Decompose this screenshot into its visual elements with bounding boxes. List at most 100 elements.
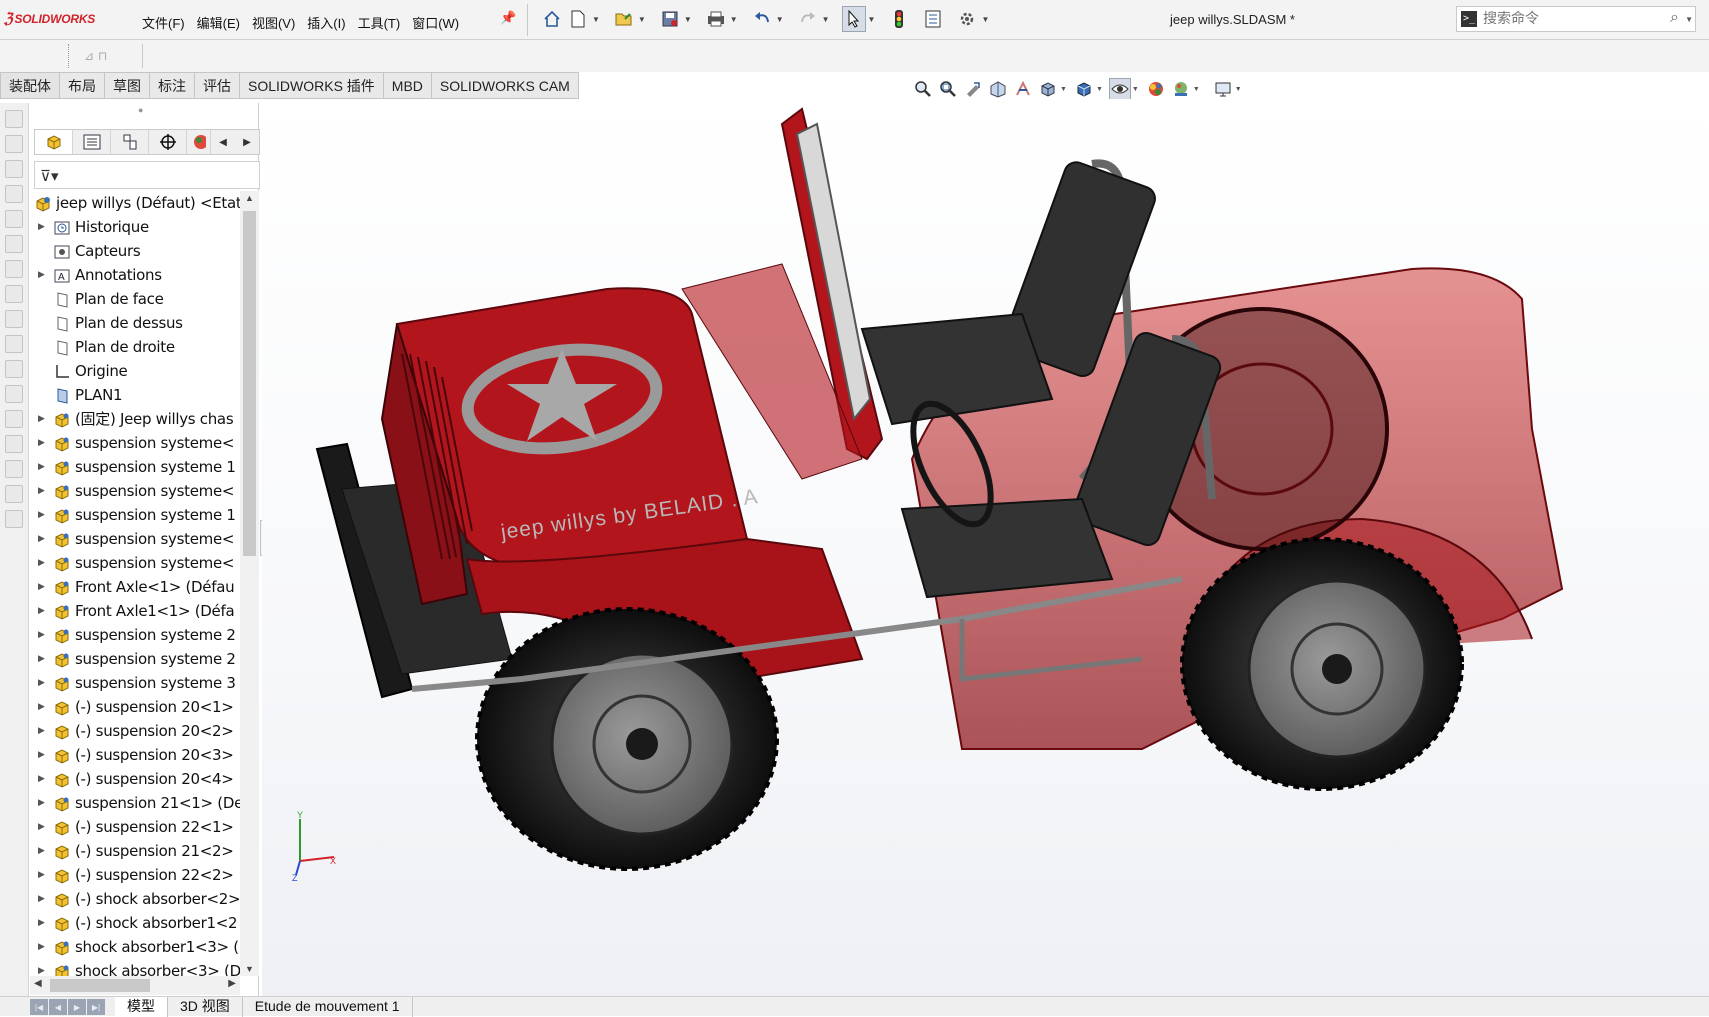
view-settings-dropdown[interactable]: ▼ xyxy=(1235,86,1242,93)
new-document-icon[interactable] xyxy=(566,6,590,32)
tree-item[interactable]: ▶ shock absorber1<3> ( xyxy=(30,935,240,959)
tree-item[interactable]: ▶ suspension systeme 3 xyxy=(30,671,240,695)
reference-geometry-icon[interactable] xyxy=(5,310,23,328)
tree-item[interactable]: ▶ suspension systeme< xyxy=(30,551,240,575)
apply-scene-icon[interactable] xyxy=(1170,78,1192,100)
open-dropdown-icon[interactable]: ▼ xyxy=(638,15,646,24)
tab-motion-study[interactable]: Etude de mouvement 1 xyxy=(243,997,413,1017)
menu-edit[interactable]: 编辑(E) xyxy=(197,13,240,32)
tree-item[interactable]: Origine xyxy=(30,359,240,383)
tree-item[interactable]: PLAN1 xyxy=(30,383,240,407)
redo-dropdown-icon[interactable]: ▼ xyxy=(822,15,830,24)
menu-file[interactable]: 文件(F) xyxy=(142,13,185,32)
new-dropdown-icon[interactable]: ▼ xyxy=(592,15,600,24)
menu-insert[interactable]: 插入(I) xyxy=(307,13,345,32)
take-snapshot-icon[interactable] xyxy=(5,460,23,478)
expand-arrow-icon[interactable]: ▶ xyxy=(38,815,45,839)
expand-arrow-icon[interactable]: ▶ xyxy=(38,695,45,719)
tree-item[interactable]: ▶ suspension systeme< xyxy=(30,527,240,551)
tree-item[interactable]: ▶ suspension systeme 2 xyxy=(30,647,240,671)
tree-item[interactable]: ▶ suspension systeme< xyxy=(30,479,240,503)
mate-icon[interactable] xyxy=(5,135,23,153)
menu-view[interactable]: 视图(V) xyxy=(252,13,295,32)
expand-arrow-icon[interactable]: ▶ xyxy=(38,551,45,575)
select-cursor-icon[interactable] xyxy=(841,6,866,32)
tab-mbd[interactable]: MBD xyxy=(383,72,432,99)
tree-item[interactable]: ▶ (-) suspension 21<2> xyxy=(30,839,240,863)
tree-item[interactable]: ▶ (-) suspension 22<1> xyxy=(30,815,240,839)
expand-arrow-icon[interactable]: ▶ xyxy=(38,767,45,791)
tree-item[interactable]: Capteurs xyxy=(30,239,240,263)
expand-arrow-icon[interactable]: ▶ xyxy=(38,215,45,239)
print-icon[interactable] xyxy=(704,6,728,32)
featuremanager-tree-tab[interactable] xyxy=(35,130,73,154)
tree-item[interactable]: ▶ (-) suspension 20<2> xyxy=(30,719,240,743)
show-hidden-icon[interactable] xyxy=(5,260,23,278)
expand-arrow-icon[interactable]: ▶ xyxy=(38,743,45,767)
previous-view-icon[interactable] xyxy=(962,78,984,100)
expand-arrow-icon[interactable]: ▶ xyxy=(38,791,45,815)
expand-arrow-icon[interactable]: ▶ xyxy=(38,647,45,671)
tree-item[interactable]: ▶ (-) shock absorber1<2 xyxy=(30,911,240,935)
scroll-down-icon[interactable]: ▼ xyxy=(245,964,254,974)
hide-show-items-icon[interactable] xyxy=(1108,78,1131,100)
display-style-icon[interactable] xyxy=(1073,78,1095,100)
tree-root-assembly[interactable]: jeep willys (Défaut) <Etat xyxy=(30,191,240,215)
expand-arrow-icon[interactable]: ▶ xyxy=(38,263,45,287)
expand-arrow-icon[interactable]: ▶ xyxy=(38,863,45,887)
tab-layout[interactable]: 布局 xyxy=(60,72,105,99)
search-commands[interactable]: >_ ⌕ ▼ xyxy=(1456,6,1696,32)
update-speedpak-icon[interactable] xyxy=(5,435,23,453)
tree-item[interactable]: ▶ A Annotations xyxy=(30,263,240,287)
graphics-area[interactable]: jeep willys by BELAID . A Y X Z xyxy=(262,99,1709,996)
scroll-left-icon[interactable]: ◀ xyxy=(34,978,42,989)
select-dropdown-icon[interactable]: ▼ xyxy=(868,15,876,24)
view-orientation-dropdown[interactable]: ▼ xyxy=(1060,86,1067,93)
view-settings-monitor-icon[interactable] xyxy=(1212,78,1234,100)
tab-3d-views[interactable]: 3D 视图 xyxy=(168,997,243,1017)
print-dropdown-icon[interactable]: ▼ xyxy=(730,15,738,24)
redo-icon[interactable] xyxy=(796,6,820,32)
tree-item[interactable]: ▶ suspension systeme 1 xyxy=(30,503,240,527)
move-component-icon[interactable] xyxy=(5,235,23,253)
instant3d-icon[interactable] xyxy=(5,410,23,428)
tree-item[interactable]: ▶ Front Axle1<1> (Défa xyxy=(30,599,240,623)
rear-wheel[interactable] xyxy=(1180,537,1464,791)
expand-arrow-icon[interactable]: ▶ xyxy=(38,911,45,935)
search-input[interactable] xyxy=(1483,9,1658,29)
expand-arrow-icon[interactable]: ▶ xyxy=(38,719,45,743)
insert-component-icon[interactable] xyxy=(5,110,23,128)
tree-item[interactable]: Plan de dessus xyxy=(30,311,240,335)
expand-arrow-icon[interactable]: ▶ xyxy=(38,455,45,479)
tree-item[interactable]: ▶ Historique xyxy=(30,215,240,239)
save-icon[interactable] xyxy=(658,6,682,32)
tree-item[interactable]: ▶ suspension systeme 1 xyxy=(30,455,240,479)
expand-arrow-icon[interactable]: ▶ xyxy=(38,623,45,647)
tree-item[interactable]: ▶ shock absorber<3> (D xyxy=(30,959,240,976)
tab-cam[interactable]: SOLIDWORKS CAM xyxy=(431,72,579,99)
linear-pattern-icon[interactable] xyxy=(5,185,23,203)
expand-arrow-icon[interactable]: ▶ xyxy=(38,959,45,976)
display-manager-tab[interactable] xyxy=(187,130,211,154)
tree-item[interactable]: ▶ (固定) Jeep willys chas xyxy=(30,407,240,431)
expand-arrow-icon[interactable]: ▶ xyxy=(38,503,45,527)
zoom-to-area-icon[interactable] xyxy=(937,78,959,100)
toolbar-grip[interactable] xyxy=(68,44,70,68)
tab-markup[interactable]: 标注 xyxy=(150,72,195,99)
display-style-dropdown[interactable]: ▼ xyxy=(1096,86,1103,93)
tree-item[interactable]: ▶ suspension systeme< xyxy=(30,431,240,455)
open-folder-icon[interactable] xyxy=(612,6,636,32)
tree-item[interactable]: ▶ suspension systeme 2 xyxy=(30,623,240,647)
expand-arrow-icon[interactable]: ▶ xyxy=(38,839,45,863)
tree-item[interactable]: Plan de face xyxy=(30,287,240,311)
next-tab-icon[interactable]: ▶ xyxy=(68,999,86,1015)
scroll-thumb-horizontal[interactable] xyxy=(50,979,150,992)
search-icon[interactable]: ⌕ xyxy=(1670,9,1679,27)
smart-fasteners-icon[interactable] xyxy=(5,210,23,228)
expand-arrow-icon[interactable]: ▶ xyxy=(38,887,45,911)
dimxpert-manager-tab[interactable] xyxy=(149,130,187,154)
bill-of-materials-icon[interactable] xyxy=(5,360,23,378)
expand-arrow-icon[interactable]: ▶ xyxy=(38,935,45,959)
previous-tab-icon[interactable]: ◀ xyxy=(49,999,67,1015)
tree-item[interactable]: ▶ (-) suspension 20<4> xyxy=(30,767,240,791)
